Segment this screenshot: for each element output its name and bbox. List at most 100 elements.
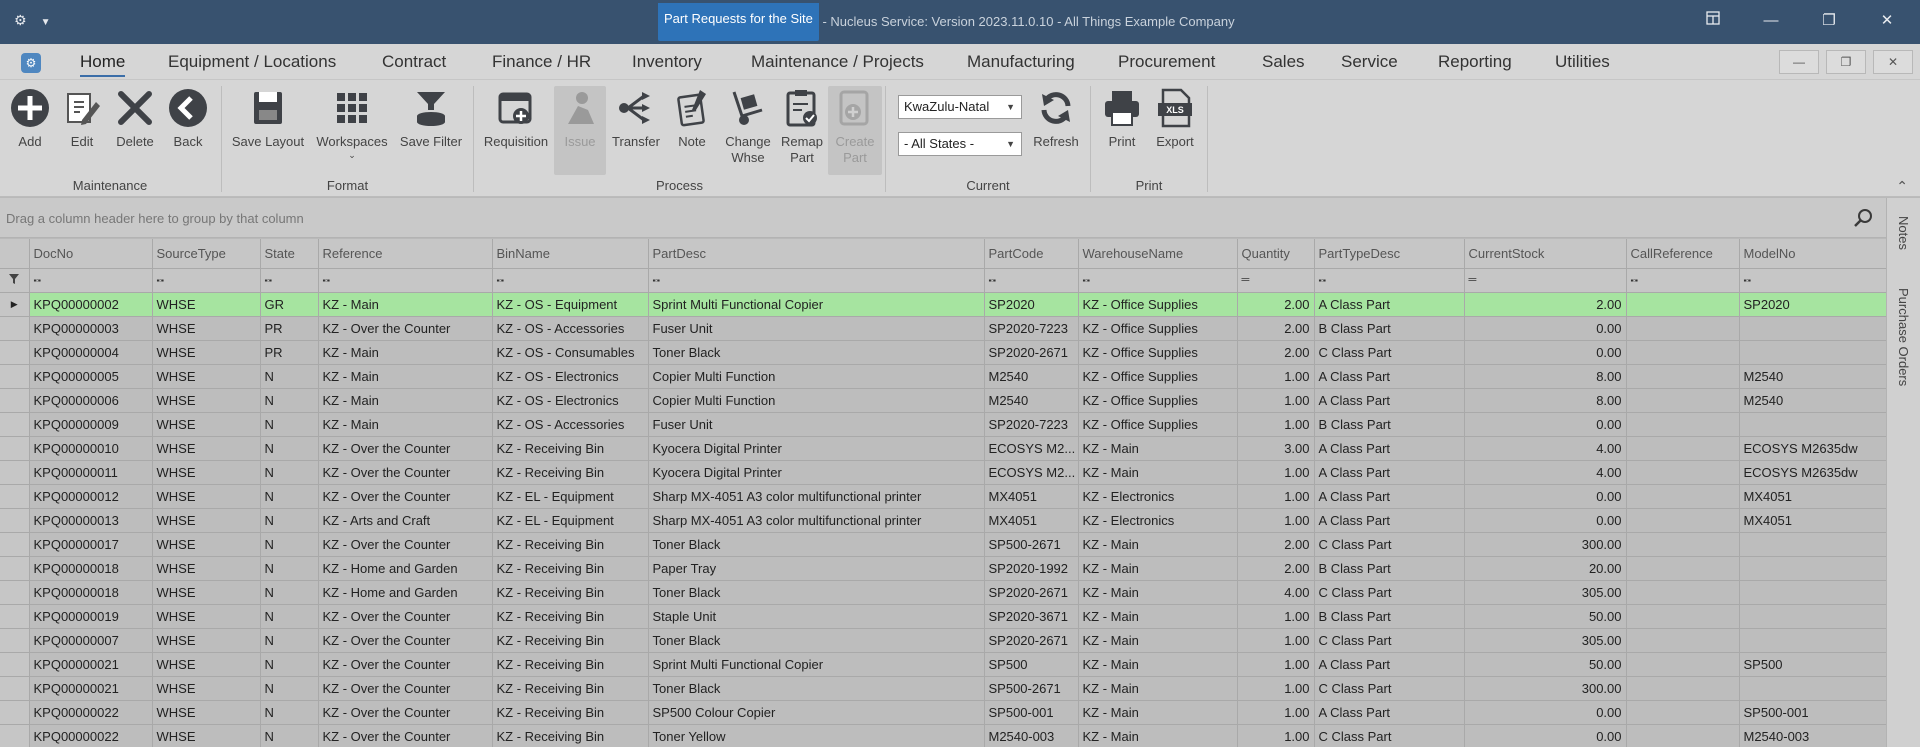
cell-partdesc[interactable]: SP500 Colour Copier: [648, 700, 985, 725]
cell-partdesc[interactable]: Kyocera Digital Printer: [648, 460, 985, 485]
row-indicator[interactable]: [0, 508, 30, 533]
cell-sourcetype[interactable]: WHSE: [152, 316, 261, 341]
cell-docno[interactable]: KPQ00000009: [29, 412, 153, 437]
table-row[interactable]: KPQ00000003 WHSE PR KZ - Over the Counter KZ…: [0, 316, 1886, 341]
cell-partdesc[interactable]: Sharp MX-4051 A3 color multifunctional p…: [648, 484, 985, 509]
cell-sourcetype[interactable]: WHSE: [152, 508, 261, 533]
table-row[interactable]: KPQ00000019 WHSE N KZ - Over the Counter KZ …: [0, 604, 1886, 629]
cell-warehousename[interactable]: KZ - Electronics: [1078, 484, 1238, 509]
cell-parttypedesc[interactable]: C Class Part: [1314, 532, 1465, 557]
cell-docno[interactable]: KPQ00000004: [29, 340, 153, 365]
collapse-ribbon-icon[interactable]: ⌃: [1896, 178, 1908, 195]
cell-quantity[interactable]: 2.00: [1237, 292, 1315, 317]
cell-callreference[interactable]: [1626, 460, 1740, 485]
cell-sourcetype[interactable]: WHSE: [152, 292, 261, 317]
row-indicator[interactable]: [0, 676, 30, 701]
cell-callreference[interactable]: [1626, 556, 1740, 581]
table-row[interactable]: KPQ00000018 WHSE N KZ - Home and Garden KZ -…: [0, 580, 1886, 605]
table-row[interactable]: KPQ00000010 WHSE N KZ - Over the Counter KZ …: [0, 436, 1886, 461]
cell-state[interactable]: N: [260, 556, 319, 581]
row-indicator[interactable]: [0, 580, 30, 605]
cell-docno[interactable]: KPQ00000018: [29, 556, 153, 581]
cell-warehousename[interactable]: KZ - Office Supplies: [1078, 316, 1238, 341]
cell-state[interactable]: N: [260, 580, 319, 605]
cell-state[interactable]: N: [260, 724, 319, 747]
cell-docno[interactable]: KPQ00000019: [29, 604, 153, 629]
cell-quantity[interactable]: 1.00: [1237, 508, 1315, 533]
cell-quantity[interactable]: 1.00: [1237, 724, 1315, 747]
cell-currentstock[interactable]: 4.00: [1464, 436, 1627, 461]
column-header-sourcetype[interactable]: SourceType: [152, 239, 261, 269]
cell-modelno[interactable]: SP500-001: [1739, 700, 1886, 725]
cell-sourcetype[interactable]: WHSE: [152, 580, 261, 605]
cell-warehousename[interactable]: KZ - Office Supplies: [1078, 364, 1238, 389]
cell-currentstock[interactable]: 305.00: [1464, 580, 1627, 605]
cell-docno[interactable]: KPQ00000003: [29, 316, 153, 341]
row-indicator[interactable]: [0, 316, 30, 341]
save-filter-button[interactable]: Save Filter: [397, 86, 465, 150]
cell-reference[interactable]: KZ - Over the Counter: [318, 460, 493, 485]
cell-sourcetype[interactable]: WHSE: [152, 460, 261, 485]
cell-parttypedesc[interactable]: A Class Part: [1314, 436, 1465, 461]
row-indicator[interactable]: [0, 412, 30, 437]
cell-warehousename[interactable]: KZ - Main: [1078, 556, 1238, 581]
cell-currentstock[interactable]: 300.00: [1464, 676, 1627, 701]
cell-warehousename[interactable]: KZ - Main: [1078, 532, 1238, 557]
remap-part-button[interactable]: Remap Part: [778, 86, 826, 166]
cell-warehousename[interactable]: KZ - Main: [1078, 676, 1238, 701]
search-icon[interactable]: [1852, 207, 1874, 229]
column-header-quantity[interactable]: Quantity: [1237, 239, 1315, 269]
cell-sourcetype[interactable]: WHSE: [152, 556, 261, 581]
cell-sourcetype[interactable]: WHSE: [152, 436, 261, 461]
cell-callreference[interactable]: [1626, 364, 1740, 389]
cell-quantity[interactable]: 1.00: [1237, 676, 1315, 701]
table-row[interactable]: KPQ00000021 WHSE N KZ - Over the Counter KZ …: [0, 652, 1886, 677]
cell-binname[interactable]: KZ - OS - Equipment: [492, 292, 649, 317]
cell-state[interactable]: GR: [260, 292, 319, 317]
cell-modelno[interactable]: [1739, 532, 1886, 557]
mdi-restore-button[interactable]: ❐: [1826, 50, 1866, 74]
cell-reference[interactable]: KZ - Over the Counter: [318, 652, 493, 677]
cell-partcode[interactable]: MX4051: [984, 484, 1079, 509]
cell-state[interactable]: N: [260, 628, 319, 653]
cell-modelno[interactable]: ECOSYS M2635dw: [1739, 436, 1886, 461]
cell-warehousename[interactable]: KZ - Office Supplies: [1078, 388, 1238, 413]
cell-quantity[interactable]: 1.00: [1237, 460, 1315, 485]
cell-partcode[interactable]: SP500-2671: [984, 532, 1079, 557]
cell-reference[interactable]: KZ - Arts and Craft: [318, 508, 493, 533]
cell-modelno[interactable]: MX4051: [1739, 508, 1886, 533]
cell-sourcetype[interactable]: WHSE: [152, 484, 261, 509]
cell-reference[interactable]: KZ - Main: [318, 412, 493, 437]
cell-state[interactable]: N: [260, 388, 319, 413]
filter-cell-callreference[interactable]: ▪▫▪: [1626, 268, 1740, 293]
cell-quantity[interactable]: 1.00: [1237, 604, 1315, 629]
tab-service[interactable]: Service: [1341, 52, 1398, 72]
cell-currentstock[interactable]: 20.00: [1464, 556, 1627, 581]
cell-state[interactable]: N: [260, 604, 319, 629]
export-button[interactable]: XLS Export: [1150, 86, 1200, 150]
cell-sourcetype[interactable]: WHSE: [152, 676, 261, 701]
cell-parttypedesc[interactable]: A Class Part: [1314, 364, 1465, 389]
cell-parttypedesc[interactable]: C Class Part: [1314, 628, 1465, 653]
cell-sourcetype[interactable]: WHSE: [152, 652, 261, 677]
cell-partcode[interactable]: M2540-003: [984, 724, 1079, 747]
add-button[interactable]: Add: [8, 86, 52, 150]
row-indicator[interactable]: [0, 700, 30, 725]
transfer-button[interactable]: Transfer: [610, 86, 662, 150]
cell-quantity[interactable]: 4.00: [1237, 580, 1315, 605]
table-row[interactable]: KPQ00000007 WHSE N KZ - Over the Counter KZ …: [0, 628, 1886, 653]
table-row[interactable]: KPQ00000022 WHSE N KZ - Over the Counter KZ …: [0, 724, 1886, 747]
cell-quantity[interactable]: 3.00: [1237, 436, 1315, 461]
cell-reference[interactable]: KZ - Main: [318, 388, 493, 413]
cell-partcode[interactable]: SP500-2671: [984, 676, 1079, 701]
table-row[interactable]: KPQ00000009 WHSE N KZ - Main KZ - OS - Acces…: [0, 412, 1886, 437]
cell-parttypedesc[interactable]: C Class Part: [1314, 676, 1465, 701]
cell-warehousename[interactable]: KZ - Main: [1078, 460, 1238, 485]
cell-callreference[interactable]: [1626, 724, 1740, 747]
tab-finance-hr[interactable]: Finance / HR: [492, 52, 591, 72]
cell-currentstock[interactable]: 0.00: [1464, 484, 1627, 509]
row-indicator[interactable]: [0, 484, 30, 509]
cell-docno[interactable]: KPQ00000018: [29, 580, 153, 605]
cell-docno[interactable]: KPQ00000017: [29, 532, 153, 557]
tab-equipment-locations[interactable]: Equipment / Locations: [168, 52, 336, 72]
